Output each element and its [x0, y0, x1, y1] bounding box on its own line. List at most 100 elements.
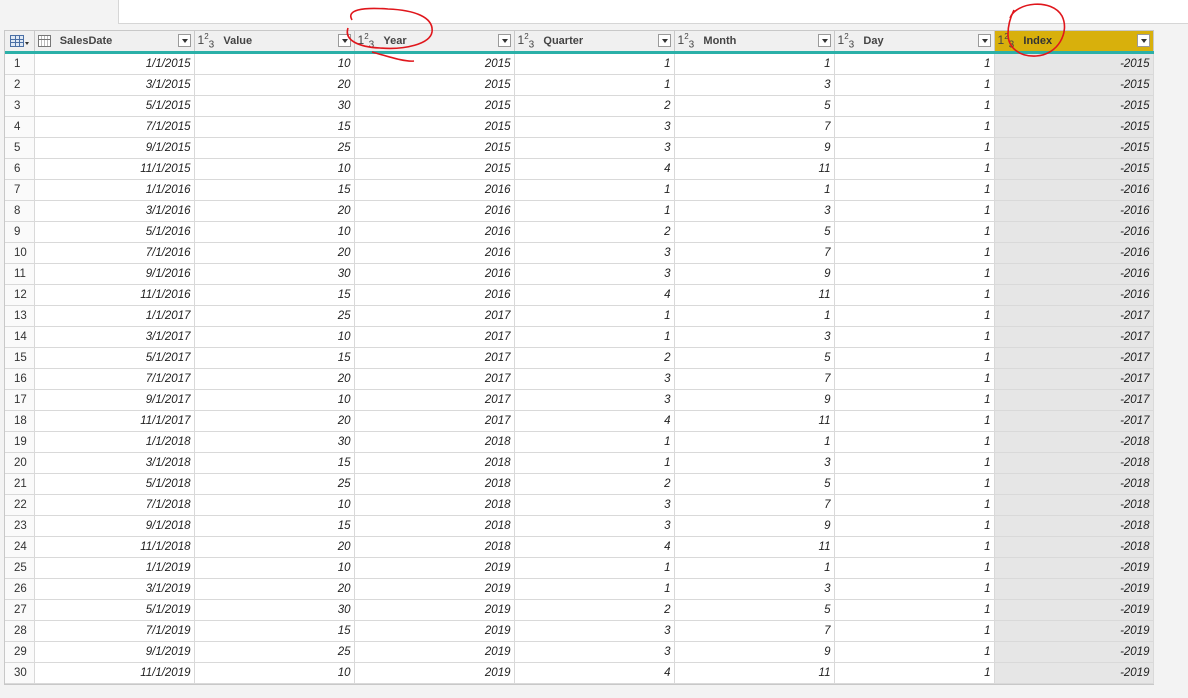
row-number[interactable]: 13 [5, 305, 35, 327]
table-cell[interactable]: -2018 [994, 536, 1154, 558]
table-cell[interactable]: 2 [514, 221, 675, 243]
table-cell[interactable]: 4 [514, 158, 675, 180]
table-row[interactable]: 3 5/1/2015 30 2015 2 5 1 -2015 [5, 95, 1154, 117]
table-cell[interactable]: 10 [194, 389, 355, 411]
row-number[interactable]: 16 [5, 368, 35, 390]
table-cell[interactable]: 3/1/2016 [34, 200, 195, 222]
table-cell[interactable]: 2016 [354, 179, 515, 201]
row-number[interactable]: 1 [5, 52, 35, 75]
table-cell[interactable]: 2019 [354, 620, 515, 642]
table-cell[interactable]: -2017 [994, 410, 1154, 432]
table-cell[interactable]: 5 [674, 599, 835, 621]
table-cell[interactable]: 10 [194, 158, 355, 180]
table-cell[interactable]: 2017 [354, 389, 515, 411]
row-number[interactable]: 26 [5, 578, 35, 600]
whole-number-icon[interactable]: 123 [518, 32, 535, 50]
table-cell[interactable]: 3 [514, 242, 675, 264]
table-cell[interactable]: 1 [834, 389, 995, 411]
table-cell[interactable]: 1 [834, 326, 995, 348]
table-cell[interactable]: 1 [834, 179, 995, 201]
table-cell[interactable]: 1 [674, 52, 835, 75]
row-number[interactable]: 30 [5, 662, 35, 684]
table-row[interactable]: 14 3/1/2017 10 2017 1 3 1 -2017 [5, 326, 1154, 348]
table-cell[interactable]: -2018 [994, 473, 1154, 495]
table-cell[interactable]: 11 [674, 284, 835, 306]
table-cell[interactable]: 4 [514, 410, 675, 432]
table-row[interactable]: 16 7/1/2017 20 2017 3 7 1 -2017 [5, 368, 1154, 390]
table-cell[interactable]: 2015 [354, 137, 515, 159]
filter-dropdown-button[interactable] [977, 34, 991, 47]
table-cell[interactable]: 1 [834, 221, 995, 243]
table-cell[interactable]: 1 [674, 179, 835, 201]
table-row[interactable]: 21 5/1/2018 25 2018 2 5 1 -2018 [5, 473, 1154, 495]
table-cell[interactable]: 2019 [354, 578, 515, 600]
table-cell[interactable]: 3 [514, 620, 675, 642]
table-cell[interactable]: 2018 [354, 473, 515, 495]
table-cell[interactable]: 2018 [354, 494, 515, 516]
table-cell[interactable]: -2019 [994, 578, 1154, 600]
table-cell[interactable]: 2018 [354, 536, 515, 558]
table-cell[interactable]: 1 [834, 431, 995, 453]
table-cell[interactable]: 2015 [354, 95, 515, 117]
table-cell[interactable]: -2018 [994, 431, 1154, 453]
table-cell[interactable]: 11 [674, 536, 835, 558]
table-cell[interactable]: 1 [834, 557, 995, 579]
table-cell[interactable]: 2016 [354, 200, 515, 222]
table-row[interactable]: 22 7/1/2018 10 2018 3 7 1 -2018 [5, 494, 1154, 516]
table-cell[interactable]: -2015 [994, 74, 1154, 96]
table-cell[interactable]: 2 [514, 599, 675, 621]
table-cell[interactable]: 25 [194, 473, 355, 495]
table-cell[interactable]: 2015 [354, 74, 515, 96]
table-cell[interactable]: 2019 [354, 641, 515, 663]
table-cell[interactable]: 2 [514, 95, 675, 117]
table-cell[interactable]: -2019 [994, 641, 1154, 663]
table-row[interactable]: 2 3/1/2015 20 2015 1 3 1 -2015 [5, 74, 1154, 96]
table-cell[interactable]: 2017 [354, 305, 515, 327]
table-cell[interactable]: 10 [194, 221, 355, 243]
table-cell[interactable]: 20 [194, 200, 355, 222]
table-cell[interactable]: 11 [674, 662, 835, 684]
table-row[interactable]: 4 7/1/2015 15 2015 3 7 1 -2015 [5, 116, 1154, 138]
table-cell[interactable]: 20 [194, 410, 355, 432]
row-number[interactable]: 2 [5, 74, 35, 96]
table-cell[interactable]: 1 [834, 536, 995, 558]
table-row[interactable]: 26 3/1/2019 20 2019 1 3 1 -2019 [5, 578, 1154, 600]
whole-number-icon[interactable]: 123 [998, 32, 1015, 50]
table-cell[interactable]: 10 [194, 494, 355, 516]
table-cell[interactable]: 1 [834, 52, 995, 75]
table-cell[interactable]: 9 [674, 137, 835, 159]
table-cell[interactable]: 1/1/2015 [34, 52, 195, 75]
table-cell[interactable]: 1 [834, 515, 995, 537]
table-cell[interactable]: -2016 [994, 263, 1154, 285]
table-cell[interactable]: 9 [674, 515, 835, 537]
table-row[interactable]: 27 5/1/2019 30 2019 2 5 1 -2019 [5, 599, 1154, 621]
row-number[interactable]: 4 [5, 116, 35, 138]
table-cell[interactable]: 1 [514, 326, 675, 348]
row-number[interactable]: 14 [5, 326, 35, 348]
table-row[interactable]: 19 1/1/2018 30 2018 1 1 1 -2018 [5, 431, 1154, 453]
table-cell[interactable]: 1 [834, 473, 995, 495]
table-cell[interactable]: 1/1/2018 [34, 431, 195, 453]
table-cell[interactable]: 20 [194, 242, 355, 264]
table-cell[interactable]: 1 [834, 284, 995, 306]
table-cell[interactable]: 9/1/2016 [34, 263, 195, 285]
row-number[interactable]: 25 [5, 557, 35, 579]
calendar-icon[interactable] [37, 34, 51, 47]
table-cell[interactable]: 4 [514, 284, 675, 306]
table-cell[interactable]: 7/1/2015 [34, 116, 195, 138]
table-cell[interactable]: 5/1/2018 [34, 473, 195, 495]
table-cell[interactable]: 30 [194, 431, 355, 453]
table-cell[interactable]: 7/1/2019 [34, 620, 195, 642]
table-cell[interactable]: 15 [194, 452, 355, 474]
table-cell[interactable]: 1 [834, 620, 995, 642]
table-cell[interactable]: 3 [514, 137, 675, 159]
table-cell[interactable]: 9 [674, 641, 835, 663]
table-cell[interactable]: -2019 [994, 557, 1154, 579]
table-cell[interactable]: 2017 [354, 326, 515, 348]
table-cell[interactable]: 5/1/2017 [34, 347, 195, 369]
table-cell[interactable]: 1 [834, 641, 995, 663]
table-row[interactable]: 10 7/1/2016 20 2016 3 7 1 -2016 [5, 242, 1154, 264]
table-row[interactable]: 28 7/1/2019 15 2019 3 7 1 -2019 [5, 620, 1154, 642]
table-cell[interactable]: 7/1/2018 [34, 494, 195, 516]
table-cell[interactable]: 3 [674, 326, 835, 348]
